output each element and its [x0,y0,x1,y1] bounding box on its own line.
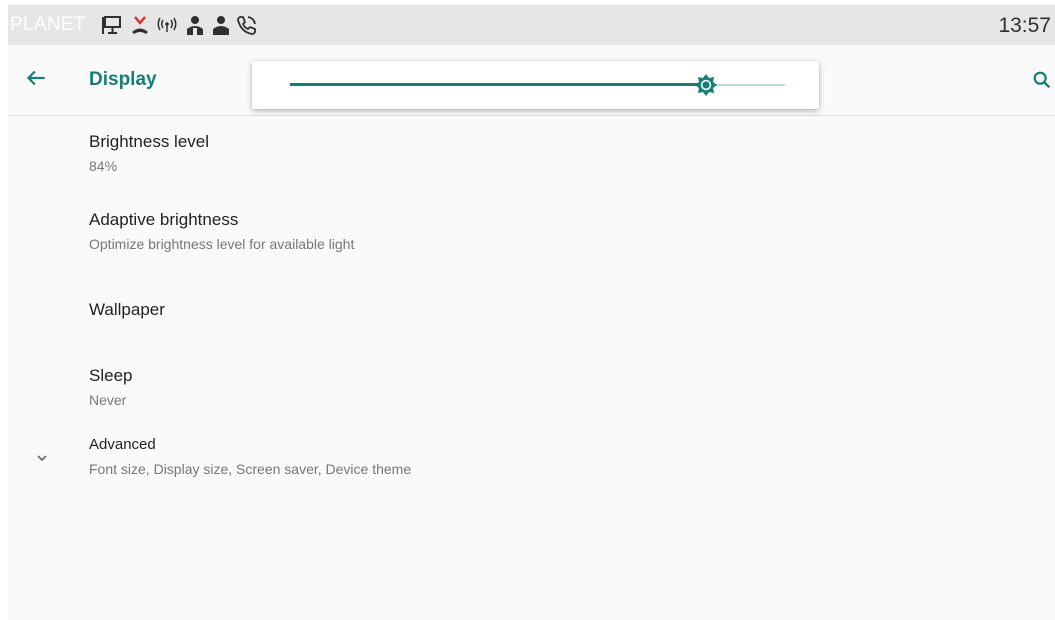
brightness-icon[interactable] [694,73,718,97]
brightness-popup [252,61,819,109]
phone-icon [237,16,256,35]
clock: 13:57 [998,14,1051,37]
screen: PLANET 13:57 Display Brightness level 84… [8,5,1055,620]
contact-person-icon [187,16,203,35]
setting-summary: Font size, Display size, Screen saver, D… [89,461,412,477]
setting-wallpaper[interactable]: Wallpaper [8,272,1055,350]
status-bar: PLANET 13:57 [8,5,1055,45]
setting-summary: Never [89,392,127,408]
settings-list: Brightness level 84% Adaptive brightness… [8,116,1055,506]
setting-title: Wallpaper [89,300,165,319]
brightness-slider[interactable] [290,73,785,97]
setting-title: Sleep [89,366,133,385]
setting-title: Brightness level [89,132,210,151]
wireless-signal-icon [157,17,177,32]
setting-sleep[interactable]: Sleep Never [8,350,1055,428]
search-icon[interactable] [1031,69,1053,91]
carrier-brand: PLANET [10,14,86,35]
arrow-back-icon[interactable] [23,65,49,91]
page-title: Display [89,69,157,90]
setting-adaptive-brightness[interactable]: Adaptive brightness Optimize brightness … [8,194,1055,272]
contact-person-icon [213,16,229,35]
setting-advanced[interactable]: Advanced Font size, Display size, Screen… [8,428,1055,506]
setting-title: Advanced [89,436,156,453]
setting-brightness-level[interactable]: Brightness level 84% [8,116,1055,194]
slider-track-fill [290,83,706,86]
chevron-down-icon [37,455,47,462]
setting-summary: Optimize brightness level for available … [89,236,355,252]
setting-summary: 84% [89,158,118,174]
missed-call-icon [132,16,148,34]
setting-title: Adaptive brightness [89,210,239,229]
screen-icon [102,16,121,34]
